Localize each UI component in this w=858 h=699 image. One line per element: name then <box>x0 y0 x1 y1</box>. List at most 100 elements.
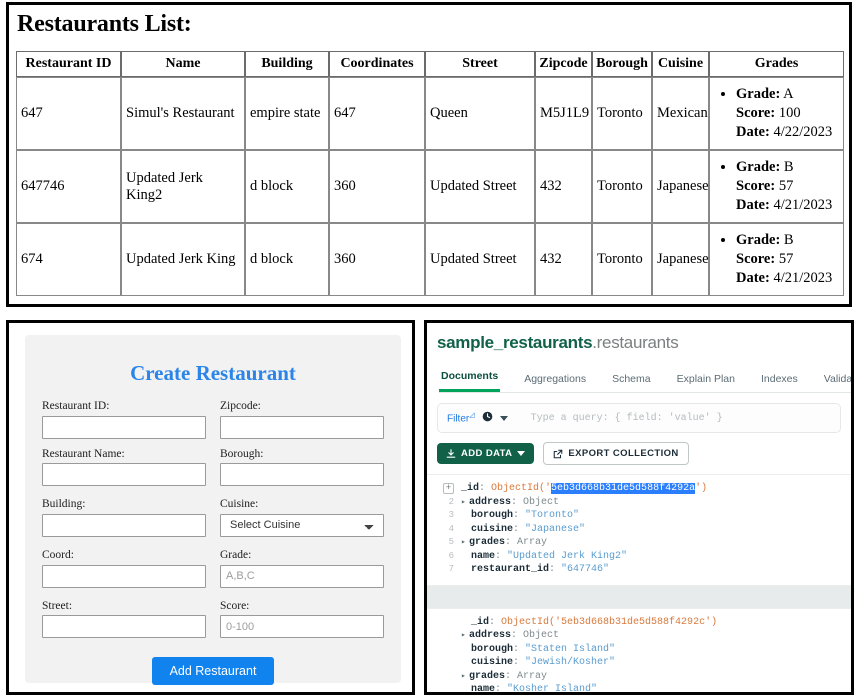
doc-key: address <box>469 630 511 641</box>
doc-value: Object <box>523 630 559 641</box>
document-line: 5 ▸grades: Array <box>427 536 851 550</box>
add-data-button[interactable]: ADD DATA <box>437 443 534 464</box>
filter-label[interactable]: Filter◿ <box>447 411 475 424</box>
collection-namespace: sample_restaurants.restaurants <box>437 333 851 353</box>
restaurants-table: Restaurant ID Name Building Coordinates … <box>16 51 844 296</box>
doc-key: cuisine <box>471 657 513 668</box>
external-link-icon: ◿ <box>469 412 474 419</box>
grade-entry: Grade: B Score: 57 Date: 4/21/2023 <box>736 158 839 216</box>
line-gutter: 3 <box>427 509 461 523</box>
doc-value: "Staten Island" <box>525 644 615 655</box>
cell-borough: Toronto <box>592 223 652 296</box>
namespace-database: sample_restaurants <box>437 333 592 352</box>
cell-grades: Grade: B Score: 57 Date: 4/21/2023 <box>709 223 844 296</box>
document-line: _id: ObjectId('5eb3d668b31de5d588f4292c'… <box>427 616 851 630</box>
label-grade: Grade: <box>220 549 384 562</box>
coord-input[interactable] <box>42 565 206 588</box>
restaurant-name-input[interactable] <box>42 463 206 486</box>
tab-documents[interactable]: Documents <box>439 367 500 392</box>
document-line: name: "Kosher Island" <box>427 683 851 695</box>
label-borough: Borough: <box>220 448 384 461</box>
zipcode-input[interactable] <box>220 416 384 439</box>
date-label: Date: <box>736 197 770 213</box>
expand-triangle-icon[interactable]: ▸ <box>461 629 469 643</box>
doc-value: "Jewish/Kosher" <box>525 657 615 668</box>
cell-grades: Grade: A Score: 100 Date: 4/22/2023 <box>709 77 844 150</box>
document-line: 2 ▸address: Object <box>427 496 851 510</box>
tab-indexes[interactable]: Indexes <box>759 370 800 392</box>
field-restaurant-name: Restaurant Name: <box>42 448 206 487</box>
tab-aggregations[interactable]: Aggregations <box>522 370 588 392</box>
tab-validation[interactable]: Validation <box>822 370 854 392</box>
document-line: borough: "Staten Island" <box>427 643 851 657</box>
history-clock-icon[interactable] <box>482 409 493 427</box>
add-restaurant-button[interactable]: Add Restaurant <box>152 657 275 685</box>
chevron-down-icon[interactable] <box>500 416 508 421</box>
cell-cuisine: Japanese <box>652 223 709 296</box>
grade-label: Grade: <box>736 159 780 175</box>
label-street: Street: <box>42 600 206 613</box>
cell-building: d block <box>245 150 329 223</box>
expand-triangle-icon[interactable]: ▸ <box>461 536 469 550</box>
export-collection-button[interactable]: EXPORT COLLECTION <box>543 442 688 465</box>
cell-restaurant-id: 674 <box>16 223 121 296</box>
cell-coordinates: 360 <box>329 150 425 223</box>
doc-value: "Japanese" <box>525 524 585 535</box>
borough-input[interactable] <box>220 463 384 486</box>
doc-key: borough <box>471 510 513 521</box>
document-item[interactable]: _id: ObjectId('5eb3d668b31de5d588f4292c'… <box>427 608 851 696</box>
add-data-chevron-down-icon[interactable] <box>517 451 525 456</box>
expand-triangle-icon[interactable]: ▸ <box>461 496 469 510</box>
document-line: 3 borough: "Toronto" <box>427 509 851 523</box>
street-input[interactable] <box>42 615 206 638</box>
document-line: + _id: ObjectId('5eb3d668b31de5d588f4292… <box>427 482 851 496</box>
restaurant-id-input[interactable] <box>42 416 206 439</box>
doc-value: "Toronto" <box>525 510 579 521</box>
document-line: ▸grades: Array <box>427 670 851 684</box>
export-icon <box>553 449 563 459</box>
cell-building: d block <box>245 223 329 296</box>
column-header-street: Street <box>425 51 535 77</box>
column-header-name: Name <box>121 51 245 77</box>
expand-all-icon[interactable]: + <box>443 483 454 494</box>
cell-restaurant-id: 647746 <box>16 150 121 223</box>
expand-triangle-icon[interactable]: ▸ <box>461 670 469 684</box>
table-row: 647 Simul's Restaurant empire state 647 … <box>16 77 844 150</box>
selected-objectid-text[interactable]: 5eb3d668b31de5d588f4292a <box>551 483 695 494</box>
column-header-borough: Borough <box>592 51 652 77</box>
column-header-building: Building <box>245 51 329 77</box>
line-gutter: 5 <box>427 536 461 550</box>
grades-list: Grade: B Score: 57 Date: 4/21/2023 <box>710 231 843 289</box>
field-street: Street: <box>42 600 206 639</box>
score-input[interactable] <box>220 615 384 638</box>
table-row: 647746 Updated Jerk King2 d block 360 Up… <box>16 150 844 223</box>
query-input[interactable]: Type a query: { field: 'value' } <box>531 413 723 424</box>
query-filter-bar: Filter◿ Type a query: { field: 'value' } <box>437 403 841 433</box>
document-item[interactable]: + _id: ObjectId('5eb3d668b31de5d588f4292… <box>427 474 851 586</box>
label-restaurant-id: Restaurant ID: <box>42 400 206 413</box>
cell-name: Updated Jerk King2 <box>121 150 245 223</box>
grade-input[interactable] <box>220 565 384 588</box>
cuisine-select[interactable]: Select Cuisine <box>220 514 384 537</box>
doc-key: cuisine <box>471 524 513 535</box>
doc-value: Array <box>517 671 547 682</box>
document-line: ▸address: Object <box>427 629 851 643</box>
building-input[interactable] <box>42 514 206 537</box>
doc-value: "Updated Jerk King2" <box>507 551 627 562</box>
page-title: Restaurants List: <box>17 11 849 38</box>
cell-zipcode: M5J1L9 <box>535 77 592 150</box>
document-line: 4 cuisine: "Japanese" <box>427 523 851 537</box>
tab-schema[interactable]: Schema <box>610 370 653 392</box>
cell-name: Updated Jerk King <box>121 223 245 296</box>
grades-list: Grade: A Score: 100 Date: 4/22/2023 <box>710 85 843 143</box>
line-gutter: + <box>427 482 461 496</box>
submit-row: Add Restaurant <box>25 657 401 685</box>
download-icon <box>446 449 456 459</box>
tab-explain-plan[interactable]: Explain Plan <box>675 370 737 392</box>
score-value: 57 <box>779 251 794 267</box>
grades-list: Grade: B Score: 57 Date: 4/21/2023 <box>710 158 843 216</box>
cell-zipcode: 432 <box>535 150 592 223</box>
grade-value: A <box>783 86 793 102</box>
doc-key: _id <box>471 617 489 628</box>
cell-street: Queen <box>425 77 535 150</box>
